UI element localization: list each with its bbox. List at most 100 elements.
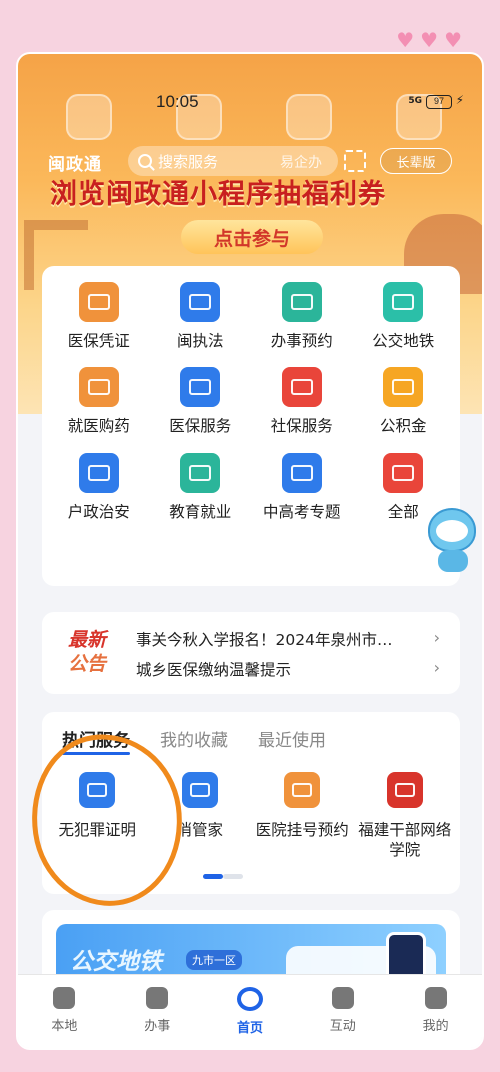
service-item[interactable]: 医保服务 [150,367,252,436]
hospital-register-icon-glyph [292,782,313,798]
party-emblem-icon-glyph [394,782,415,798]
hands-heart-icon [281,367,322,408]
exam-cap-icon [281,452,322,493]
heart-icon: ♥ [444,28,462,52]
service-item[interactable]: 医保凭证 [48,282,150,351]
medical-card-icon-glyph [87,294,110,310]
tab-location[interactable]: 本地 [18,975,111,1048]
tab-service-house[interactable]: 办事 [111,975,204,1048]
law-badge-icon [180,282,221,322]
tab-label: 互动 [329,1019,356,1034]
service-house-icon [146,987,169,1009]
notice-item[interactable]: 事关今秋入学报名！2024年泉州市… [136,628,392,650]
service-item[interactable]: 社保服务 [251,367,353,436]
service-label: 公交地铁 [372,332,435,350]
hot-service-label: 消管家 [176,821,223,839]
bus-icon-glyph [392,294,415,310]
police-cap-icon [78,452,119,493]
phone-screen: 浏览闽政通小程序抽福利券 点击参与 10:05 5G 97 ⚡ 闽政通 搜索服务… [16,52,484,1050]
mascot-body [438,550,468,572]
person-icon [424,987,447,1009]
chevron-right-icon[interactable]: › [434,628,440,647]
hot-service-item[interactable]: 福建干部网络学院 [354,772,457,860]
search-placeholder: 搜索服务 [158,152,219,171]
status-bar: 10:05 5G 97 ⚡ [18,92,482,116]
hospital-register-icon [284,772,321,808]
search-row: 闽政通 搜索服务 易企办 长辈版 [18,146,482,176]
tab-recent[interactable]: 最近使用 [258,726,326,751]
graduation-cap-icon [180,452,221,493]
medical-card-icon [78,282,119,322]
page-dot [223,874,243,879]
hospital-icon-glyph [87,379,110,396]
mascot-character[interactable] [424,504,482,574]
charging-icon: ⚡ [455,93,464,107]
service-item[interactable]: 就医购药 [48,367,150,436]
heart-icon: ♥ [396,28,415,52]
home-logo-icon [236,987,263,1011]
hospital-icon [78,367,119,408]
wallet-yen-icon [383,367,424,408]
service-item[interactable]: 中高考专题 [251,452,353,522]
service-label: 公积金 [379,417,427,436]
service-label: 医保凭证 [67,332,130,350]
service-label: 医保服务 [169,417,232,436]
tab-hotline-12345[interactable]: 互动 [296,975,389,1048]
service-label: 中高考专题 [262,502,341,521]
service-label: 就医购药 [67,417,130,436]
calendar-check-icon [281,282,322,322]
notice-card: 最新 公告 事关今秋入学报名！2024年泉州市… › 城乡医保缴纳温馨提示 › [42,612,460,694]
elder-mode-label: 长辈版 [396,155,436,171]
fire-house-icon-glyph [189,782,210,798]
location-icon [53,987,76,1009]
wallet-yen-icon-glyph [392,379,415,396]
police-cap-icon-glyph [87,464,110,481]
elder-mode-button[interactable]: 长辈版 [380,148,452,174]
service-label: 全部 [387,502,419,521]
page-dot-active [203,874,223,879]
heart-icon: ♥ [420,28,439,52]
exam-cap-icon-glyph [290,464,313,481]
business-link[interactable]: 易企办 [280,152,322,172]
tab-my-favorites[interactable]: 我的收藏 [160,726,228,751]
scan-icon[interactable] [344,150,366,172]
calendar-check-icon-glyph [290,294,313,310]
service-label: 教育就业 [169,502,232,521]
status-time: 10:05 [156,92,199,111]
hands-heart-icon-glyph [290,379,313,396]
tab-home-logo[interactable]: 首页 [204,975,297,1048]
notice-logo: 最新 公告 [68,628,106,676]
party-emblem-icon [386,772,423,808]
service-label: 社保服务 [270,417,333,436]
chevron-right-icon[interactable]: › [434,658,440,677]
app-logo: 闽政通 [48,155,102,175]
service-label: 办事预约 [270,332,333,350]
tab-label: 本地 [51,1019,78,1034]
service-grid: 医保凭证 闽执法 办事预约 公交地铁就医购药 医保服务 社保服务 公积金户政治安 教育就业 中高… [48,282,454,522]
service-label: 户政治安 [67,502,130,521]
notice-item[interactable]: 城乡医保缴纳温馨提示 [136,658,291,680]
hot-service-item[interactable]: 医院挂号预约 [251,772,354,860]
bus-icon [383,282,424,322]
service-item[interactable]: 闽执法 [150,282,252,351]
hotline-12345-icon [331,987,354,1009]
grid-all-icon-glyph [392,464,415,481]
service-item[interactable]: 教育就业 [150,452,252,522]
service-item[interactable]: 办事预约 [251,282,353,351]
tab-label: 我的 [422,1019,449,1034]
notice-logo-line1: 最新 [68,629,107,651]
medical-plus-icon-glyph [189,379,212,396]
page-indicator [203,874,243,879]
service-item[interactable]: 公积金 [353,367,455,436]
service-item[interactable]: 公交地铁 [353,282,455,351]
service-grid-card: 医保凭证 闽执法 办事预约 公交地铁就医购药 医保服务 社保服务 公积金户政治安 教育就业 中高… [42,266,460,586]
promo-title: 浏览闽政通小程序抽福利券 [50,179,386,210]
law-badge-icon-glyph [189,294,212,310]
medical-plus-icon [180,367,221,408]
service-item[interactable]: 户政治安 [48,452,150,522]
tab-label: 办事 [144,1019,171,1034]
bus-banner-title: 公交地铁 [70,949,162,975]
hot-service-label: 福建干部网络学院 [358,821,452,860]
tab-person[interactable]: 我的 [389,975,482,1048]
promo-join-button[interactable]: 点击参与 [181,220,323,254]
